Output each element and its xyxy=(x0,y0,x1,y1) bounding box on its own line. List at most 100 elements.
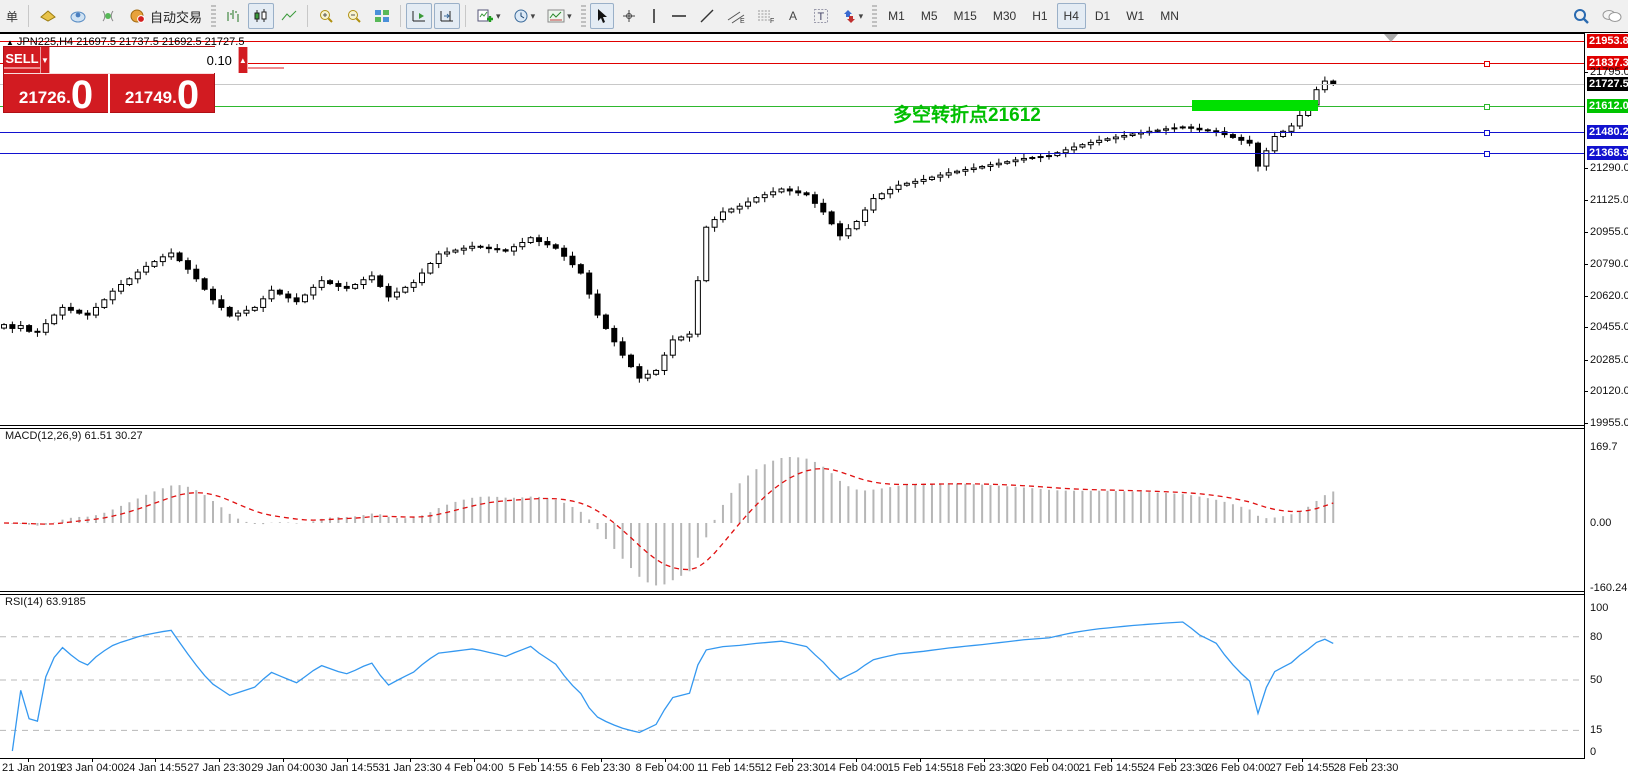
candle-chart-icon[interactable] xyxy=(248,3,274,29)
line-chart-icon xyxy=(281,8,297,24)
vertical-line-icon[interactable] xyxy=(644,3,664,29)
time-label: 30 Jan 14:55 xyxy=(315,762,379,774)
timeframe-h4[interactable]: H4 xyxy=(1057,3,1086,29)
zoom-in-icon[interactable] xyxy=(313,3,339,29)
resistance-line-2-handle[interactable] xyxy=(1484,61,1490,67)
volume-input[interactable] xyxy=(50,47,238,73)
new-order-partial[interactable]: 单 xyxy=(1,3,23,29)
timeframe-h1[interactable]: H1 xyxy=(1025,3,1054,29)
timeframe-d1[interactable]: D1 xyxy=(1088,3,1117,29)
marketwatch-icon[interactable] xyxy=(34,3,62,29)
rsi-scale-label: 100 xyxy=(1590,602,1608,614)
pivot-annotation[interactable]: 多空转折点21612 xyxy=(893,100,1041,127)
zoom-out-icon[interactable] xyxy=(341,3,367,29)
chart-area[interactable]: 多空转折点21612 ▲JPN225,H4 21697.5 21737.5 21… xyxy=(0,33,1628,776)
current-price-line[interactable] xyxy=(0,84,1584,85)
tile-windows-icon[interactable] xyxy=(369,3,395,29)
chart-shift-marker-icon[interactable] xyxy=(1384,34,1398,42)
panel-separator-rsi[interactable] xyxy=(0,591,1584,595)
pivot-highlight-bar[interactable] xyxy=(1192,100,1318,111)
macd-scale-label: 0.00 xyxy=(1590,517,1611,529)
volume-increase-button[interactable]: ▲ xyxy=(238,47,248,73)
time-label: 27 Jan 23:30 xyxy=(187,762,251,774)
search-icon[interactable] xyxy=(1567,3,1595,29)
timeframe-h4-label: H4 xyxy=(1064,9,1079,23)
pivot-line-handle[interactable] xyxy=(1484,104,1490,110)
time-axis[interactable]: 21 Jan 201923 Jan 04:0024 Jan 14:5527 Ja… xyxy=(0,759,1628,776)
macd-scale-label: -160.24 xyxy=(1590,582,1627,594)
bar-chart-icon[interactable] xyxy=(220,3,246,29)
buy-button[interactable]: BUY xyxy=(248,47,284,73)
templates-icon[interactable]: ▾ xyxy=(542,3,577,29)
axis-tick-label: 20955.0 xyxy=(1590,226,1628,238)
auto-scroll-icon[interactable] xyxy=(406,3,432,29)
panel-separator-macd[interactable] xyxy=(0,425,1584,429)
time-label: 20 Feb 04:00 xyxy=(1015,762,1080,774)
trendline-icon[interactable] xyxy=(694,3,720,29)
chart-shift-icon[interactable] xyxy=(434,3,460,29)
chat-icon[interactable] xyxy=(1597,3,1627,29)
new-chart-icon[interactable]: ▾ xyxy=(471,3,506,29)
axis-tick-label: 21795.0 xyxy=(1590,66,1628,78)
autotrading-icon[interactable]: 自动交易 xyxy=(124,3,207,29)
zoom-out-icon xyxy=(346,8,362,24)
svg-text:T: T xyxy=(817,11,824,23)
chart-plot[interactable] xyxy=(0,33,1584,759)
support-line-2[interactable] xyxy=(0,153,1584,154)
bar-chart-icon xyxy=(225,8,241,24)
new-chart-icon xyxy=(476,8,494,24)
channel-icon[interactable]: E xyxy=(722,3,750,29)
timeframe-m30[interactable]: M30 xyxy=(986,3,1023,29)
time-label: 4 Feb 04:00 xyxy=(445,762,504,774)
dropdown-arrow-icon[interactable]: ▾ xyxy=(567,11,572,22)
dropdown-arrow-icon[interactable]: ▾ xyxy=(859,11,864,22)
signals-icon[interactable] xyxy=(94,3,122,29)
volume-decrease-button[interactable]: ▼ xyxy=(40,47,50,73)
axis-tick xyxy=(1585,327,1588,328)
periods-icon[interactable]: ▾ xyxy=(508,3,541,29)
axis-tick-label: 20620.0 xyxy=(1590,290,1628,302)
horizontal-line-icon[interactable] xyxy=(666,3,692,29)
support-line-2-handle[interactable] xyxy=(1484,151,1490,157)
axis-tick xyxy=(1585,360,1588,361)
horizontal-line-icon xyxy=(671,11,687,21)
community-icon xyxy=(69,8,87,24)
dropdown-arrow-icon[interactable]: ▾ xyxy=(531,11,536,22)
community-icon[interactable] xyxy=(64,3,92,29)
time-label: 14 Feb 04:00 xyxy=(824,762,889,774)
line-chart-icon[interactable] xyxy=(276,3,302,29)
svg-text:A: A xyxy=(789,9,797,23)
axis-tick-label: 20455.0 xyxy=(1590,321,1628,333)
axis-tick-label: 20790.0 xyxy=(1590,258,1628,270)
crosshair-icon[interactable] xyxy=(616,3,642,29)
cursor-icon[interactable] xyxy=(590,3,614,29)
time-label: 26 Feb 04:00 xyxy=(1206,762,1271,774)
new-order-partial-label: 单 xyxy=(6,8,18,25)
time-label: 5 Feb 14:55 xyxy=(509,762,568,774)
rsi-scale-label: 15 xyxy=(1590,724,1602,736)
support-line-1-handle[interactable] xyxy=(1484,130,1490,136)
arrows-icon[interactable]: ▾ xyxy=(836,3,869,29)
support-line-1[interactable] xyxy=(0,132,1584,133)
timeframe-m15[interactable]: M15 xyxy=(947,3,984,29)
timeframe-m1-label: M1 xyxy=(888,9,905,23)
price-axis[interactable]: 21953.821837.321727.521612.021480.221368… xyxy=(1584,33,1628,759)
axis-tick xyxy=(1585,232,1588,233)
time-label: 24 Feb 23:30 xyxy=(1143,762,1208,774)
dropdown-arrow-icon[interactable]: ▾ xyxy=(496,11,501,22)
sell-button[interactable]: SELL xyxy=(4,47,40,73)
timeframe-m1[interactable]: M1 xyxy=(881,3,912,29)
text-icon[interactable]: A xyxy=(782,3,806,29)
timeframe-w1[interactable]: W1 xyxy=(1119,3,1151,29)
text-label-icon[interactable]: T xyxy=(808,3,834,29)
time-label: 23 Jan 04:00 xyxy=(60,762,124,774)
pivot-line[interactable] xyxy=(0,106,1584,107)
timeframe-m5[interactable]: M5 xyxy=(914,3,945,29)
buy-price[interactable]: 21749.0 xyxy=(110,74,214,114)
timeframe-mn[interactable]: MN xyxy=(1153,3,1186,29)
axis-tick-label: 21125.0 xyxy=(1590,194,1628,206)
fibonacci-icon[interactable]: F xyxy=(752,3,780,29)
sell-price[interactable]: 21726.0 xyxy=(4,74,110,114)
rsi-scale-label: 80 xyxy=(1590,631,1602,643)
toolbar-separator xyxy=(465,5,466,27)
